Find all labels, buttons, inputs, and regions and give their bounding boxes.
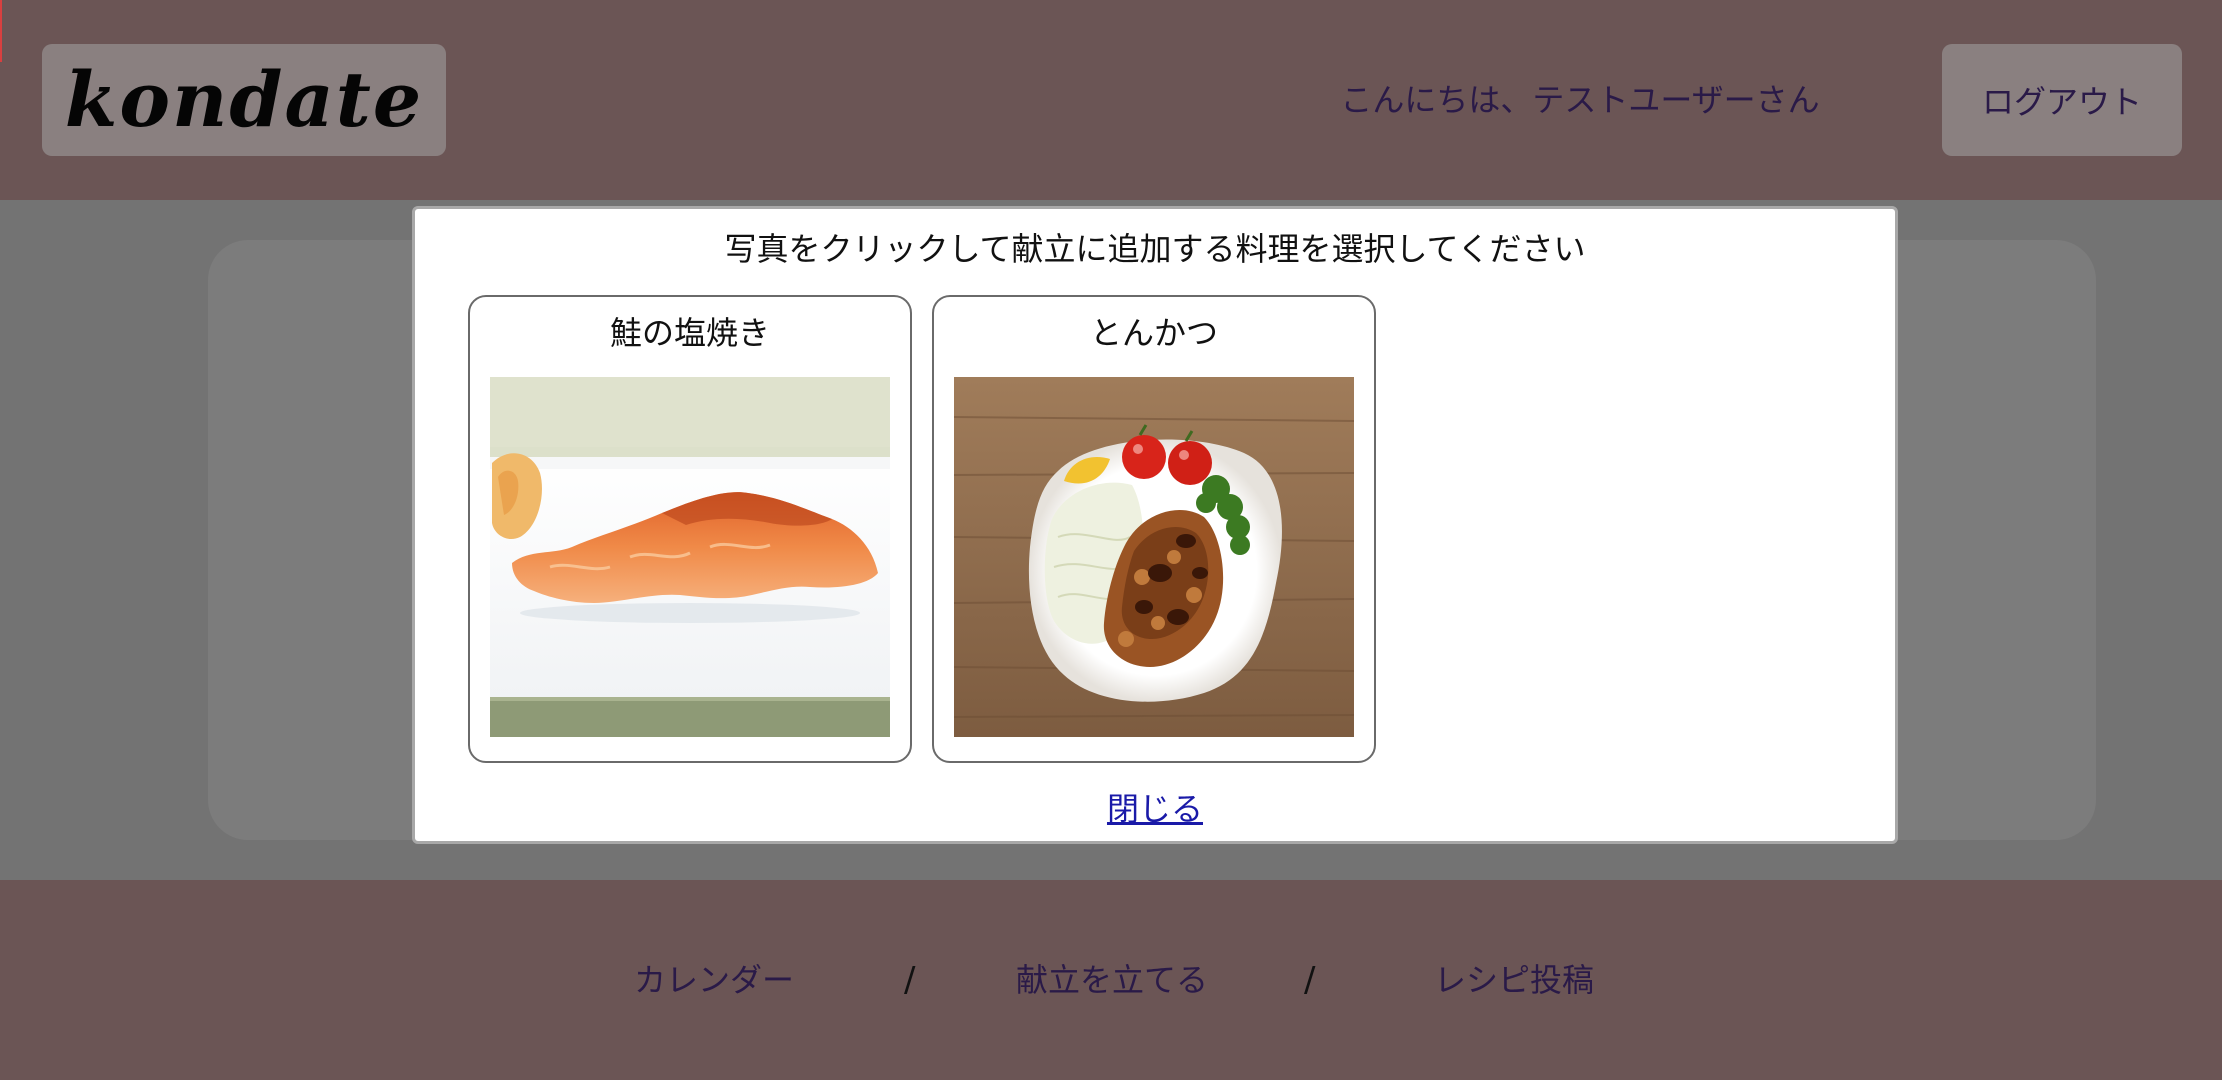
dish-photo-salmon[interactable] (490, 377, 890, 737)
close-link[interactable]: 閉じる (1107, 790, 1203, 828)
close-link-wrapper: 閉じる (415, 785, 1895, 833)
site-footer: カレンダー / 献立を立てる / レシピ投稿 (0, 880, 2222, 1080)
site-header: kondate こんにちは、テストユーザーさん ログアウト (0, 0, 2222, 200)
dish-name: 鮭の塩焼き (609, 314, 770, 352)
dish-card-salmon[interactable]: 鮭の塩焼き (468, 295, 912, 763)
user-greeting: こんにちは、テストユーザーさん (1340, 81, 1820, 119)
footer-link-post-recipe[interactable]: レシピ投稿 (1434, 950, 1594, 1010)
footer-nav: カレンダー / 献立を立てる / レシピ投稿 (0, 950, 2222, 1010)
footer-link-plan-menu[interactable]: 献立を立てる (1016, 950, 1208, 1010)
logo[interactable]: kondate (42, 44, 446, 156)
footer-link-calendar[interactable]: カレンダー (634, 950, 794, 1010)
dish-photo-tonkatsu[interactable] (954, 377, 1354, 737)
modal-title: 写真をクリックして献立に追加する料理を選択してください (724, 230, 1586, 268)
footer-separator: / (1304, 960, 1316, 1000)
footer-separator: / (904, 960, 916, 1000)
dish-card-tonkatsu[interactable]: とんかつ (932, 295, 1376, 763)
logout-button[interactable]: ログアウト (1942, 44, 2182, 156)
logo-text: kondate (64, 55, 424, 144)
dish-name: とんかつ (1089, 314, 1218, 352)
window-edge-marker (0, 0, 2, 62)
dish-select-modal: 写真をクリックして献立に追加する料理を選択してください 鮭の塩焼き とんかつ 閉… (412, 206, 1898, 844)
